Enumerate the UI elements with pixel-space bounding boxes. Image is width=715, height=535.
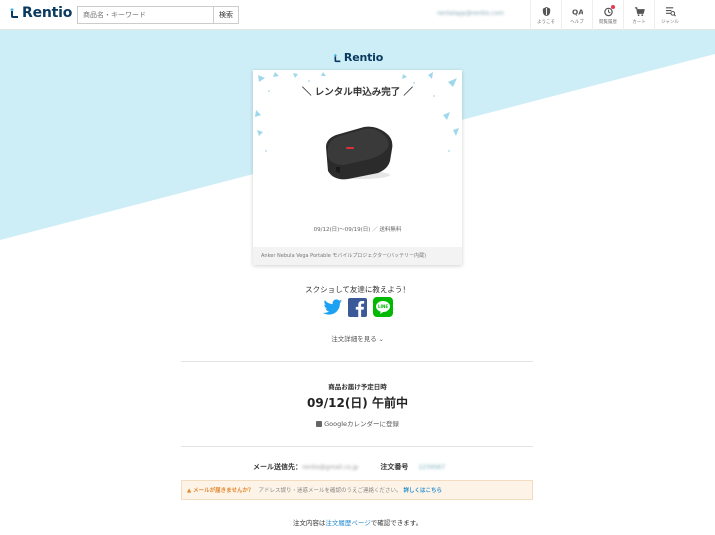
logo-mark-icon <box>10 8 18 18</box>
notice-warning: ▲ メールが届きませんか？ <box>187 486 254 494</box>
share-prompt: スクショして友達に教えよう！ <box>305 285 410 294</box>
notice-details-link[interactable]: 詳しくはこちら <box>404 486 443 494</box>
bell-icon: ▲ <box>187 488 192 494</box>
history-suffix: で確認できます。 <box>370 519 423 527</box>
cart-icon <box>634 6 645 16</box>
user-email[interactable]: rentalapp@rentio.com <box>437 10 504 17</box>
chevron-down-icon: ⌄ <box>378 336 384 343</box>
order-number-label: 注文番号 <box>380 463 409 471</box>
divider <box>181 446 533 447</box>
order-detail-label: 注文詳細を見る <box>331 335 377 343</box>
facebook-share-button[interactable] <box>348 297 368 317</box>
mail-info: メール送信先： rentio@gmail.co.jp 注文番号 1234567 <box>253 462 445 472</box>
nav-label-help: ヘルプ <box>570 19 584 25</box>
order-history-note: 注文内容は注文履歴ページで確認できます。 <box>0 517 715 527</box>
nav-label-welcome: ようこそ <box>537 19 555 25</box>
twitter-icon <box>322 298 342 315</box>
nav-item-cart[interactable]: カート <box>623 0 654 30</box>
nav-item-history[interactable]: 閲覧履歴 <box>592 0 623 30</box>
brand-logo: Rentio <box>0 51 715 64</box>
notice-description: アドレス誤り・迷惑メールを確認のうえご連絡ください。 <box>258 488 402 494</box>
completion-card: ＼ レンタル申込み完了 ／ 09/12(日)〜09/19(日) ／ 送料無料 A… <box>253 70 462 265</box>
nav-item-genre[interactable]: ジャンル <box>654 0 685 30</box>
calendar-icon <box>316 421 322 427</box>
mail-label: メール送信先： <box>253 463 302 471</box>
genre-icon <box>665 6 676 16</box>
delivery-date: 09/12(日) 午前中 <box>307 396 408 410</box>
order-history-link[interactable]: 注文履歴ページ <box>325 519 370 527</box>
nav-label-genre: ジャンル <box>661 19 679 25</box>
site-logo[interactable]: Rentio <box>8 5 72 21</box>
order-number[interactable]: 1234567 <box>418 464 445 471</box>
share-buttons: LINE <box>0 297 715 317</box>
mail-not-received-notice: ▲ メールが届きませんか？ アドレス誤り・迷惑メールを確認のうえご連絡ください。… <box>181 480 533 500</box>
nav-item-welcome[interactable]: ようこそ <box>530 0 561 30</box>
line-icon: LINE <box>372 297 393 317</box>
delivery-label: 商品お届け予定日時 <box>328 383 387 391</box>
facebook-icon <box>348 297 367 317</box>
search-input[interactable] <box>77 6 213 24</box>
rental-period: 09/12(日)〜09/19(日) ／ 送料無料 <box>313 227 402 233</box>
product-name[interactable]: Anker Nebula Vega Portable モバイルプロジェクター(バ… <box>253 247 462 265</box>
product-image <box>326 126 393 180</box>
brand-logo-text: Rentio <box>343 51 384 64</box>
svg-text:QA: QA <box>572 7 583 16</box>
nav-label-cart: カート <box>632 19 646 25</box>
order-detail-link[interactable]: 注文詳細を見る ⌄ <box>0 333 715 343</box>
divider <box>181 361 533 362</box>
search-button[interactable]: 検索 <box>213 6 239 24</box>
history-prefix: 注文内容は <box>292 519 326 527</box>
qa-icon: QA <box>572 7 583 16</box>
header-nav: ようこそ QA ヘルプ 閲覧履歴 カート ジャンル <box>530 0 685 30</box>
google-calendar-link[interactable]: Googleカレンダーに登録 <box>0 418 715 428</box>
nav-item-help[interactable]: QA ヘルプ <box>561 0 592 30</box>
notification-dot <box>611 5 615 9</box>
shield-icon <box>542 6 550 16</box>
logo-text: Rentio <box>22 5 73 21</box>
nav-label-history: 閲覧履歴 <box>599 19 617 25</box>
mail-address: rentio@gmail.co.jp <box>302 463 359 471</box>
notice-warning-text: メールが届きませんか？ <box>193 488 254 494</box>
svg-text:LINE: LINE <box>377 304 387 309</box>
line-share-button[interactable]: LINE <box>372 297 393 317</box>
logo-mark-icon <box>333 53 341 62</box>
calendar-link-label: Googleカレンダーに登録 <box>324 420 399 428</box>
completion-title: ＼ レンタル申込み完了 ／ <box>301 87 414 98</box>
twitter-share-button[interactable] <box>322 297 343 317</box>
site-header: Rentio 検索 rentalapp@rentio.com ようこそ QA ヘ… <box>0 0 715 30</box>
